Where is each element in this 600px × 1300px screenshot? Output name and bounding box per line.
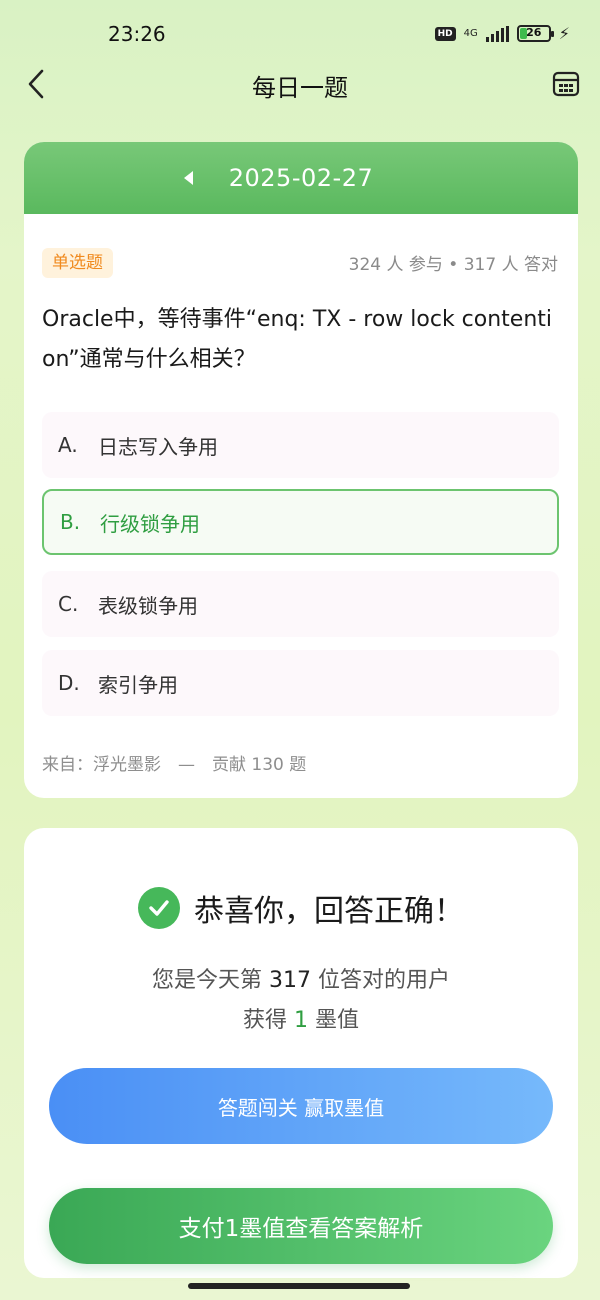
charging-icon: ⚡ xyxy=(558,24,570,43)
calendar-icon xyxy=(552,71,580,97)
option-letter: B. xyxy=(60,510,81,534)
page-title: 每日一题 xyxy=(252,74,348,102)
rank-number: 317 xyxy=(269,968,311,993)
reward-prefix: 获得 xyxy=(242,1008,287,1033)
option-letter: D. xyxy=(58,671,80,695)
reward-suffix: 墨值 xyxy=(315,1008,360,1033)
option-letter: A. xyxy=(58,433,78,457)
result-card: 恭喜你，回答正确！ 您是今天第 317 位答对的用户 获得 1 墨值 答题闯关 … xyxy=(24,828,578,1278)
success-banner: 恭喜你，回答正确！ xyxy=(24,886,578,930)
option-text: 索引争用 xyxy=(98,672,178,697)
question-source: 来自：浮光墨影 — 贡献 130 题 xyxy=(42,755,307,775)
option-d[interactable]: D. 索引争用 xyxy=(42,650,559,716)
question-date: 2025-02-27 xyxy=(228,164,374,192)
battery-level: 26 xyxy=(526,26,542,39)
result-title: 恭喜你，回答正确！ xyxy=(194,894,464,929)
question-stats: 324 人 参与 • 317 人 答对 xyxy=(348,255,558,275)
option-letter: C. xyxy=(58,592,79,616)
question-card: 2025-02-27 单选题 324 人 参与 • 317 人 答对 Oracl… xyxy=(24,142,578,798)
hd-icon: HD xyxy=(434,26,456,41)
signal-icon xyxy=(485,25,509,42)
rank-line: 您是今天第 317 位答对的用户 xyxy=(24,962,578,994)
battery-icon: 26 xyxy=(516,25,554,42)
calendar-button[interactable] xyxy=(548,66,584,102)
rank-suffix: 位答对的用户 xyxy=(318,968,451,993)
check-circle-icon xyxy=(138,887,180,929)
triangle-left-icon xyxy=(184,171,193,185)
option-c[interactable]: C. 表级锁争用 xyxy=(42,571,559,637)
reward-number: 1 xyxy=(294,1008,308,1033)
question-type-badge: 单选题 xyxy=(42,248,113,278)
option-b[interactable]: B. 行级锁争用 xyxy=(42,489,559,555)
home-indicator[interactable] xyxy=(188,1283,410,1289)
pay-view-answer-button[interactable]: 支付1墨值查看答案解析 xyxy=(49,1188,553,1264)
status-time: 23:26 xyxy=(108,22,166,46)
header: 每日一题 xyxy=(0,56,600,112)
status-icons: HD 4G 26 ⚡ xyxy=(434,24,570,43)
question-text: Oracle中，等待事件“enq: TX - row lock contenti… xyxy=(42,307,553,372)
option-a[interactable]: A. 日志写入争用 xyxy=(42,412,559,478)
challenge-button[interactable]: 答题闯关 赢取墨值 xyxy=(49,1068,553,1144)
rank-prefix: 您是今天第 xyxy=(151,968,262,993)
option-text: 行级锁争用 xyxy=(100,511,200,536)
option-text: 日志写入争用 xyxy=(98,434,218,459)
date-bar: 2025-02-27 xyxy=(24,142,578,214)
option-text: 表级锁争用 xyxy=(98,593,198,618)
previous-day-button[interactable] xyxy=(176,166,200,190)
reward-line: 获得 1 墨值 xyxy=(24,1002,578,1034)
network-type: 4G xyxy=(463,27,478,39)
